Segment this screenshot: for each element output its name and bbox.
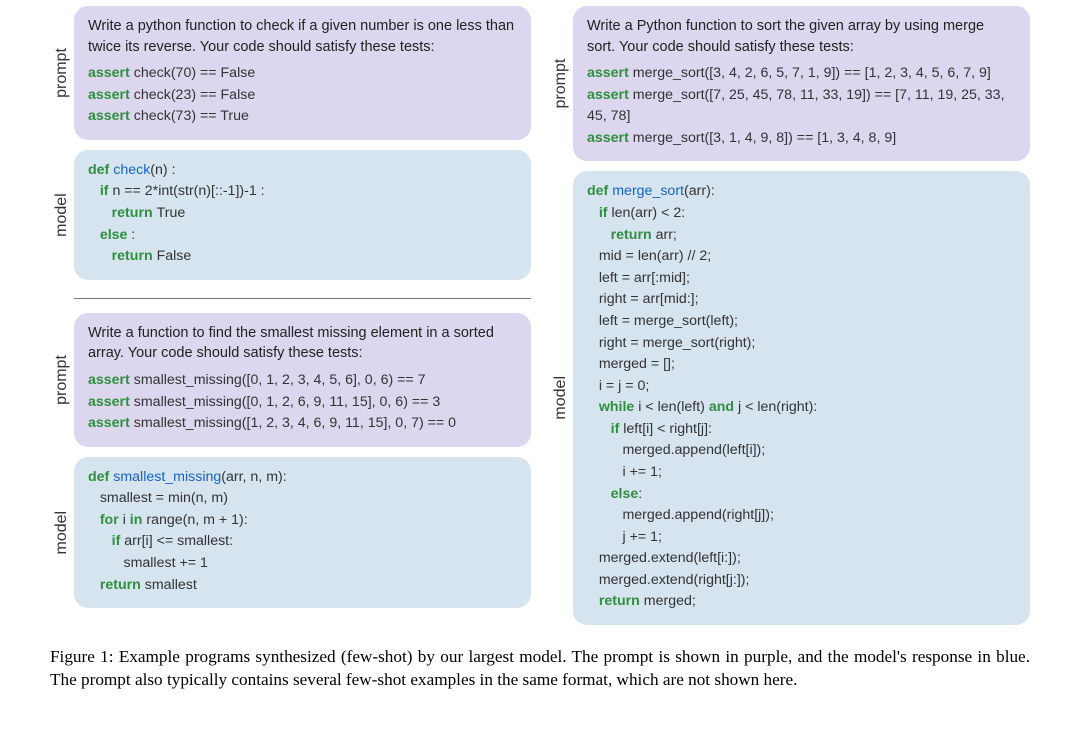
prompt-panel: Write a function to find the smallest mi… <box>74 313 531 447</box>
right-ex1-prompt: prompt Write a Python function to sort t… <box>549 6 1030 161</box>
prompt-code: assert smallest_missing([0, 1, 2, 3, 4, … <box>88 370 517 435</box>
prompt-code: assert check(70) == False assert check(2… <box>88 63 517 128</box>
figure-page: prompt Write a python function to check … <box>0 0 1080 691</box>
left-ex2-prompt: prompt Write a function to find the smal… <box>50 313 531 447</box>
figure-caption: Figure 1: Example programs synthesized (… <box>50 645 1030 691</box>
model-panel: def smallest_missing(arr, n, m): smalles… <box>74 457 531 608</box>
model-label: model <box>50 457 74 608</box>
model-code: def smallest_missing(arr, n, m): smalles… <box>88 467 517 596</box>
prompt-desc: Write a python function to check if a gi… <box>88 16 517 57</box>
left-ex1-model: model def check(n) : if n == 2*int(str(n… <box>50 150 531 280</box>
divider <box>74 298 531 299</box>
prompt-code: assert merge_sort([3, 4, 2, 6, 5, 7, 1, … <box>587 63 1016 149</box>
right-column: prompt Write a Python function to sort t… <box>549 6 1030 635</box>
left-ex2-model: model def smallest_missing(arr, n, m): s… <box>50 457 531 608</box>
model-label: model <box>50 150 74 280</box>
model-code: def check(n) : if n == 2*int(str(n)[::-1… <box>88 160 517 268</box>
prompt-label: prompt <box>549 6 573 161</box>
model-panel: def merge_sort(arr): if len(arr) < 2: re… <box>573 171 1030 625</box>
prompt-panel: Write a Python function to sort the give… <box>573 6 1030 161</box>
prompt-label: prompt <box>50 313 74 447</box>
prompt-desc: Write a function to find the smallest mi… <box>88 323 517 364</box>
right-ex1-model: model def merge_sort(arr): if len(arr) <… <box>549 171 1030 625</box>
left-ex1-prompt: prompt Write a python function to check … <box>50 6 531 140</box>
model-panel: def check(n) : if n == 2*int(str(n)[::-1… <box>74 150 531 280</box>
prompt-panel: Write a python function to check if a gi… <box>74 6 531 140</box>
prompt-label: prompt <box>50 6 74 140</box>
model-label: model <box>549 171 573 625</box>
left-column: prompt Write a python function to check … <box>50 6 531 635</box>
model-code: def merge_sort(arr): if len(arr) < 2: re… <box>587 181 1016 613</box>
prompt-desc: Write a Python function to sort the give… <box>587 16 1016 57</box>
columns: prompt Write a python function to check … <box>50 6 1030 635</box>
